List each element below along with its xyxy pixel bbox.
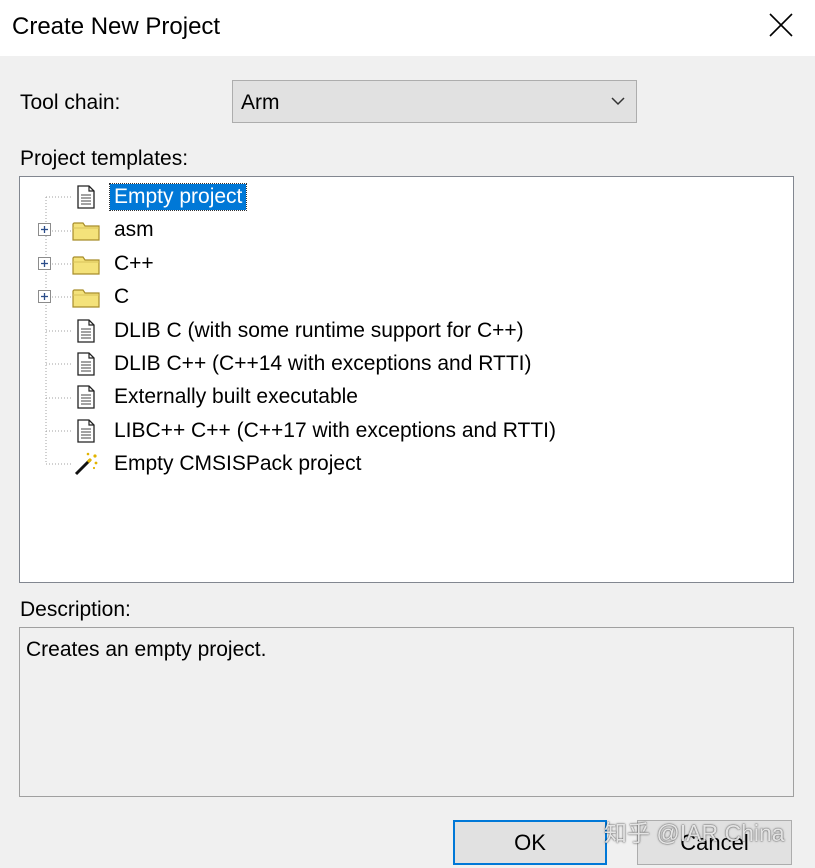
ok-button[interactable]: OK bbox=[453, 820, 607, 865]
watermark-text: 知乎 @IAR China bbox=[604, 820, 785, 846]
document-icon bbox=[72, 184, 100, 210]
tree-item-label[interactable]: Empty project bbox=[108, 183, 248, 211]
description-text: Creates an empty project. bbox=[26, 638, 267, 661]
tree-item[interactable]: Empty CMSISPack project bbox=[20, 449, 720, 479]
folder-icon bbox=[72, 284, 100, 310]
folder-icon bbox=[72, 251, 100, 277]
tree-item-label[interactable]: DLIB C (with some runtime support for C+… bbox=[110, 318, 528, 344]
close-icon bbox=[769, 13, 793, 37]
project-templates-tree[interactable]: Empty project asm C++ C DLIB C (with some ru… bbox=[19, 176, 794, 583]
document-icon bbox=[72, 318, 100, 344]
title-bar: Create New Project bbox=[0, 0, 815, 56]
tree-item[interactable]: C++ bbox=[20, 249, 720, 279]
toolchain-selected-value: Arm bbox=[241, 91, 280, 114]
tree-item[interactable]: Externally built executable bbox=[20, 382, 720, 412]
tree-item[interactable]: asm bbox=[20, 215, 720, 245]
close-button[interactable] bbox=[752, 0, 810, 52]
tree-item[interactable]: LIBC++ C++ (C++17 with exceptions and RT… bbox=[20, 416, 720, 446]
description-label: Description: bbox=[20, 598, 131, 621]
chevron-down-icon bbox=[611, 97, 625, 106]
templates-label: Project templates: bbox=[20, 147, 189, 170]
document-icon bbox=[72, 351, 100, 377]
expand-icon[interactable] bbox=[38, 223, 51, 237]
tree-item[interactable]: C bbox=[20, 282, 720, 312]
folder-icon bbox=[72, 217, 100, 243]
tree-item[interactable]: DLIB C (with some runtime support for C+… bbox=[20, 316, 720, 346]
document-icon bbox=[72, 418, 100, 444]
tree-item-label[interactable]: C bbox=[110, 284, 133, 310]
description-box: Creates an empty project. bbox=[19, 627, 794, 797]
tree-item-label[interactable]: Externally built executable bbox=[110, 384, 362, 410]
tree-item-label[interactable]: LIBC++ C++ (C++17 with exceptions and RT… bbox=[110, 418, 560, 444]
toolchain-label: Tool chain: bbox=[20, 91, 121, 114]
expand-icon[interactable] bbox=[38, 290, 51, 304]
tree-item-label[interactable]: DLIB C++ (C++14 with exceptions and RTTI… bbox=[110, 351, 535, 377]
tree-item-label[interactable]: Empty CMSISPack project bbox=[110, 451, 365, 477]
document-icon bbox=[72, 384, 100, 410]
tree-item-label[interactable]: C++ bbox=[110, 251, 158, 277]
tree-item[interactable]: Empty project bbox=[20, 182, 720, 212]
tree-item[interactable]: DLIB C++ (C++14 with exceptions and RTTI… bbox=[20, 349, 720, 379]
tree-item-label[interactable]: asm bbox=[110, 217, 158, 243]
window-title: Create New Project bbox=[12, 13, 221, 40]
toolchain-select[interactable]: Arm bbox=[232, 80, 637, 123]
expand-icon[interactable] bbox=[38, 256, 51, 270]
magic-wand-icon bbox=[72, 451, 100, 477]
